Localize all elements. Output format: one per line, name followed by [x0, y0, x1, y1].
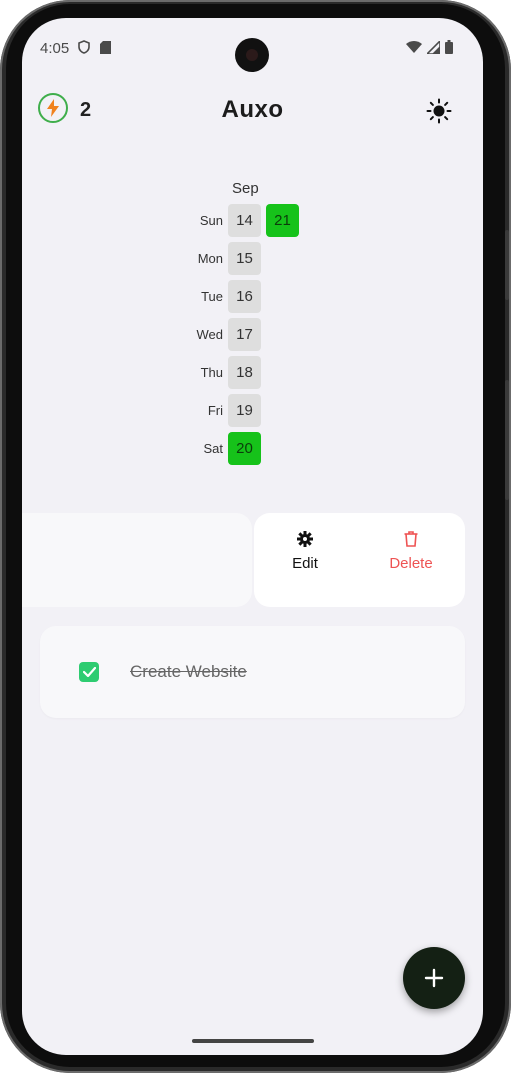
- swiped-task-card[interactable]: [22, 513, 252, 607]
- calendar-row-wed: Wed 17: [182, 317, 266, 351]
- battery-icon: [445, 40, 453, 54]
- calendar-row-thu: Thu 18: [182, 355, 266, 389]
- task-title: Create Website: [130, 662, 247, 681]
- status-icons-right: [406, 40, 453, 54]
- power-button: [505, 380, 509, 500]
- task-checkbox[interactable]: [79, 662, 99, 682]
- screen: 4:05 2 Auxo Sep Sun 14 21 Mon 15 Tue 16 …: [22, 18, 483, 1055]
- calendar-day-label: Fri: [207, 402, 223, 418]
- calendar-day-label: Wed: [196, 326, 224, 342]
- calendar-row-tue: Tue 16: [182, 279, 266, 313]
- gear-icon: [297, 531, 313, 547]
- calendar-cell-done[interactable]: 21: [266, 203, 299, 237]
- sun-icon[interactable]: [424, 96, 454, 126]
- wifi-icon: [406, 41, 422, 53]
- signal-icon: [427, 40, 440, 54]
- phone-frame: 4:05 2 Auxo Sep Sun 14 21 Mon 15 Tue 16 …: [0, 0, 511, 1073]
- swipe-action-panel: Edit Delete: [254, 513, 465, 607]
- delete-button[interactable]: Delete: [366, 531, 456, 572]
- calendar-day-label: Sun: [199, 212, 223, 228]
- status-time: 4:05: [40, 40, 70, 57]
- calendar-cell[interactable]: 15: [228, 241, 261, 275]
- trash-icon: [404, 531, 418, 547]
- check-icon: [82, 667, 96, 677]
- delete-label: Delete: [389, 555, 433, 572]
- calendar-cell[interactable]: 16: [228, 279, 261, 313]
- calendar-cell-done[interactable]: 20: [228, 431, 261, 465]
- edit-label: Edit: [292, 555, 318, 572]
- home-indicator[interactable]: [192, 1039, 314, 1043]
- calendar-day-label: Mon: [197, 250, 223, 266]
- sd-card-icon: [100, 40, 111, 54]
- app-title: Auxo: [221, 96, 284, 123]
- shield-icon: [78, 40, 90, 54]
- calendar-day-label: Sat: [203, 440, 223, 456]
- status-icons-left: [78, 40, 111, 54]
- calendar-row-sun: Sun 14 21: [182, 203, 304, 237]
- calendar-cell[interactable]: 14: [228, 203, 261, 237]
- calendar-day-label: Thu: [200, 364, 223, 380]
- plus-icon: [424, 968, 444, 988]
- task-card[interactable]: Create Website: [40, 626, 465, 718]
- add-task-button[interactable]: [403, 947, 465, 1009]
- calendar-row-mon: Mon 15: [182, 241, 266, 275]
- calendar-cell[interactable]: 18: [228, 355, 261, 389]
- calendar-day-label: Tue: [201, 288, 223, 304]
- calendar-month: Sep: [232, 180, 259, 197]
- volume-button: [505, 230, 509, 300]
- calendar-row-fri: Fri 19: [182, 393, 266, 427]
- front-camera: [235, 38, 269, 72]
- calendar-row-sat: Sat 20: [182, 431, 266, 465]
- calendar-cell[interactable]: 17: [228, 317, 261, 351]
- calendar-cell[interactable]: 19: [228, 393, 261, 427]
- edit-button[interactable]: Edit: [260, 531, 350, 572]
